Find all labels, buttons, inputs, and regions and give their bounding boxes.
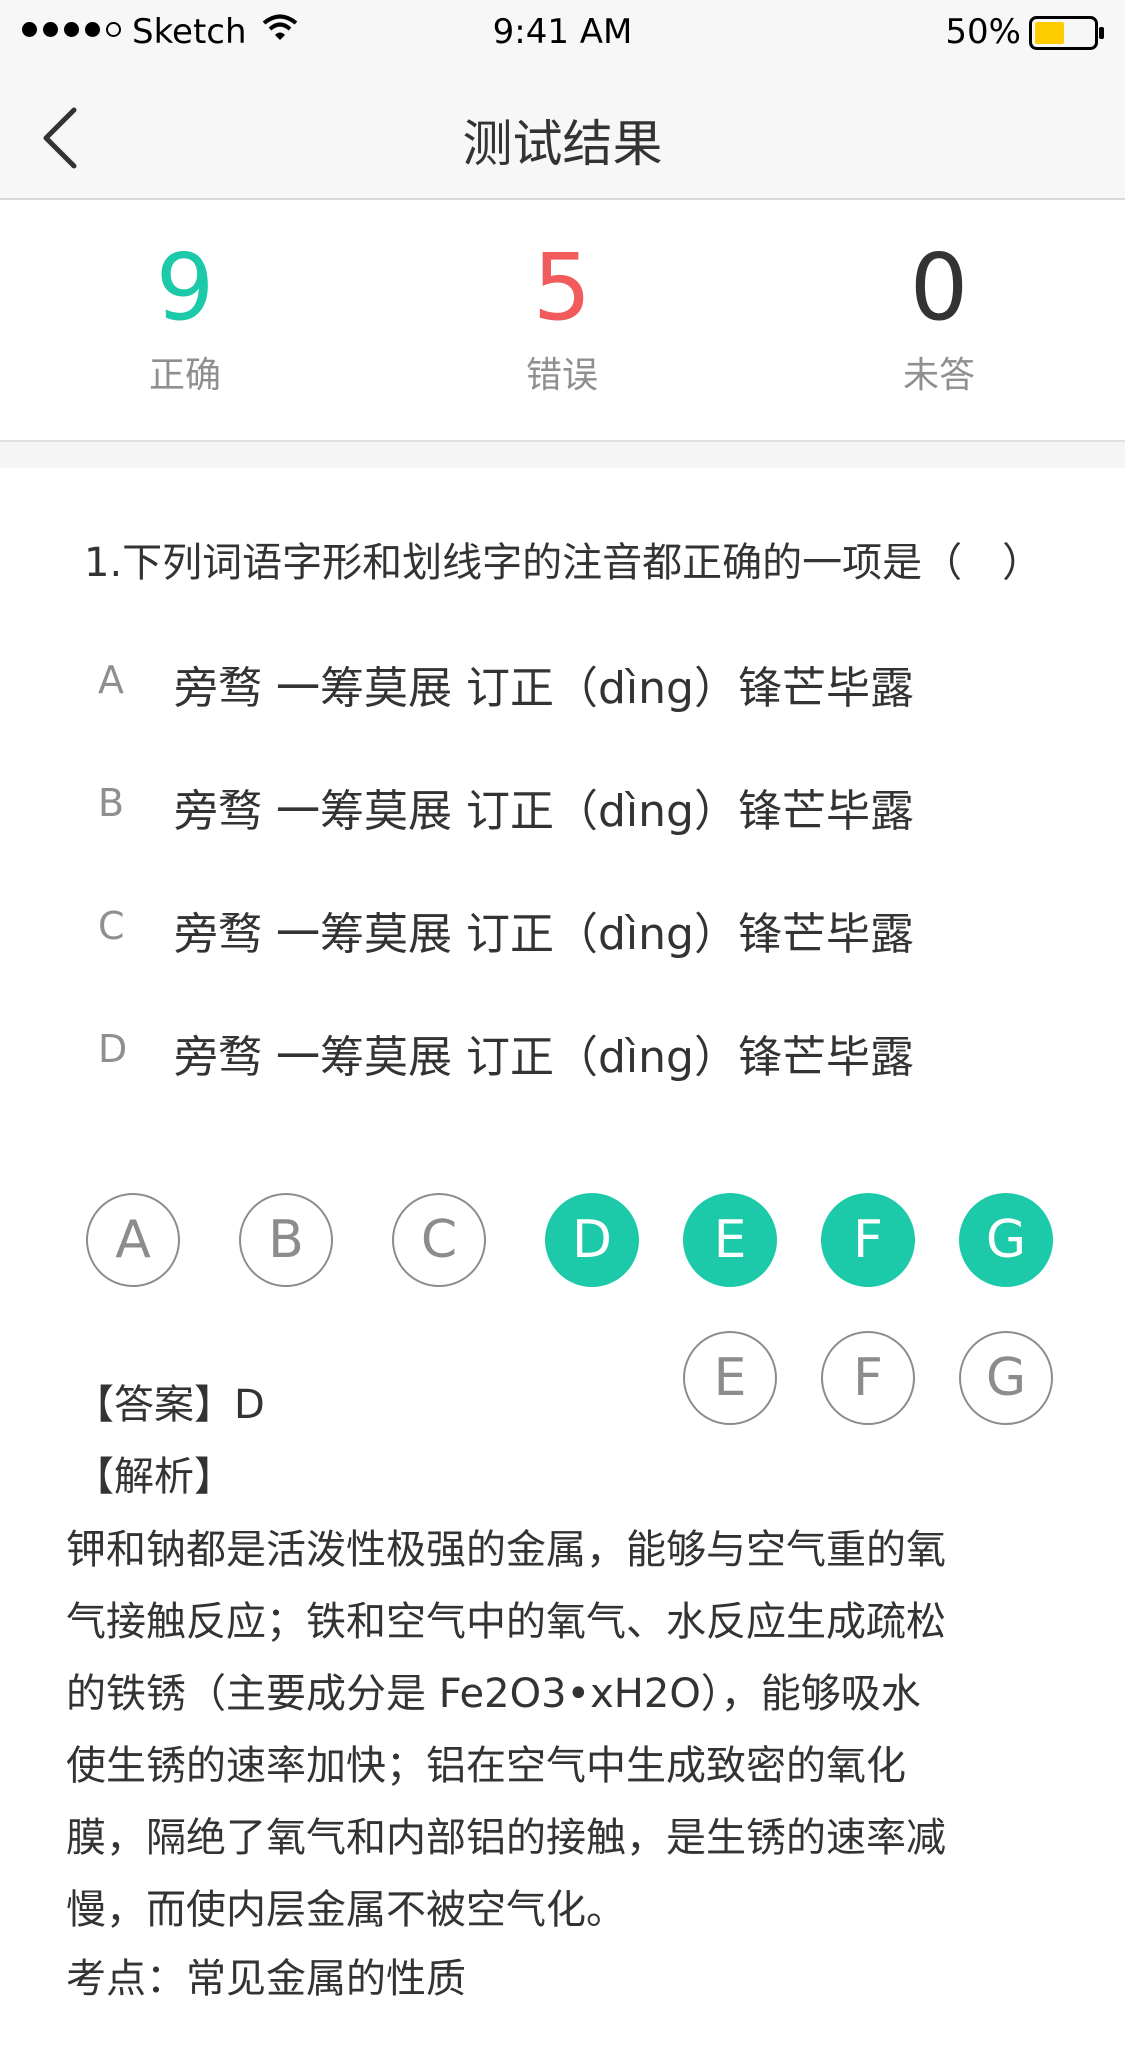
- option-d: D 旁骛 一筹莫展 订正（dìng）锋芒毕露: [98, 1017, 998, 1083]
- page-title: 测试结果: [462, 115, 663, 173]
- question-text: 1.下列词语字形和划线字的注音都正确的一项是（ ）: [84, 540, 1043, 586]
- knowledge-point: 考点：常见金属的性质: [66, 1956, 466, 2002]
- option-letter: D: [98, 1027, 128, 1071]
- correct-stat: 9 正确: [65, 238, 305, 398]
- analysis-line: 气接触反应；铁和空气中的氧气、水反应生成疏松: [66, 1599, 946, 1645]
- status-bar: Sketch 9:41 AM 50%: [0, 0, 1125, 66]
- analysis-line: 使生锈的速率加快；铝在空气中生成致密的氧化: [66, 1743, 906, 1789]
- navigation-bar: 测试结果: [0, 66, 1125, 200]
- choice-g-button[interactable]: G: [959, 1193, 1053, 1287]
- choice-g-button[interactable]: G: [959, 1331, 1053, 1425]
- option-b: B 旁骛 一筹莫展 订正（dìng）锋芒毕露: [98, 771, 998, 837]
- option-letter: A: [98, 658, 124, 702]
- result-summary: 9 正确 5 错误 0 未答: [0, 200, 1125, 442]
- analysis-line: 慢，而使内层金属不被空气化。: [66, 1887, 626, 1933]
- choice-a-button[interactable]: A: [86, 1193, 180, 1287]
- answer-text: 【答案】D: [74, 1382, 265, 1428]
- choice-c-button[interactable]: C: [392, 1193, 486, 1287]
- choice-e-button[interactable]: E: [683, 1193, 777, 1287]
- correct-label: 正确: [148, 355, 221, 396]
- choice-d-button[interactable]: D: [545, 1193, 639, 1287]
- unanswered-label: 未答: [902, 355, 975, 396]
- battery-icon: [1029, 16, 1105, 54]
- choice-f-button[interactable]: F: [821, 1193, 915, 1287]
- choice-f-button[interactable]: F: [821, 1331, 915, 1425]
- option-c: C 旁骛 一筹莫展 订正（dìng）锋芒毕露: [98, 894, 998, 960]
- option-text: 旁骛 一筹莫展 订正（dìng）锋芒毕露: [174, 909, 914, 960]
- option-letter: B: [98, 781, 125, 825]
- analysis-line: 钾和钠都是活泼性极强的金属，能够与空气重的氧: [66, 1527, 946, 1573]
- wrong-label: 错误: [525, 355, 598, 396]
- wrong-stat: 5 错误: [442, 238, 682, 398]
- unanswered-count: 0: [909, 234, 969, 341]
- wrong-count: 5: [532, 234, 592, 341]
- battery-percent: 50%: [945, 12, 1021, 52]
- analysis-body: 钾和钠都是活泼性极强的金属，能够与空气重的氧 气接触反应；铁和空气中的氧气、水反…: [66, 1514, 1046, 1946]
- option-text: 旁骛 一筹莫展 订正（dìng）锋芒毕露: [174, 1032, 914, 1083]
- section-divider: [0, 442, 1125, 468]
- option-text: 旁骛 一筹莫展 订正（dìng）锋芒毕露: [174, 663, 914, 714]
- option-letter: C: [98, 904, 125, 948]
- choice-b-button[interactable]: B: [239, 1193, 333, 1287]
- analysis-line: 膜，隔绝了氧气和内部铝的接触，是生锈的速率减: [66, 1815, 946, 1861]
- option-text: 旁骛 一筹莫展 订正（dìng）锋芒毕露: [174, 786, 914, 837]
- analysis-heading: 【解析】: [74, 1454, 234, 1500]
- correct-count: 9: [155, 234, 215, 341]
- unanswered-stat: 0 未答: [819, 238, 1059, 398]
- option-a: A 旁骛 一筹莫展 订正（dìng）锋芒毕露: [98, 648, 998, 714]
- choice-e-button[interactable]: E: [683, 1331, 777, 1425]
- analysis-line: 的铁锈（主要成分是 Fe2O3•xH2O），能够吸水: [66, 1671, 921, 1717]
